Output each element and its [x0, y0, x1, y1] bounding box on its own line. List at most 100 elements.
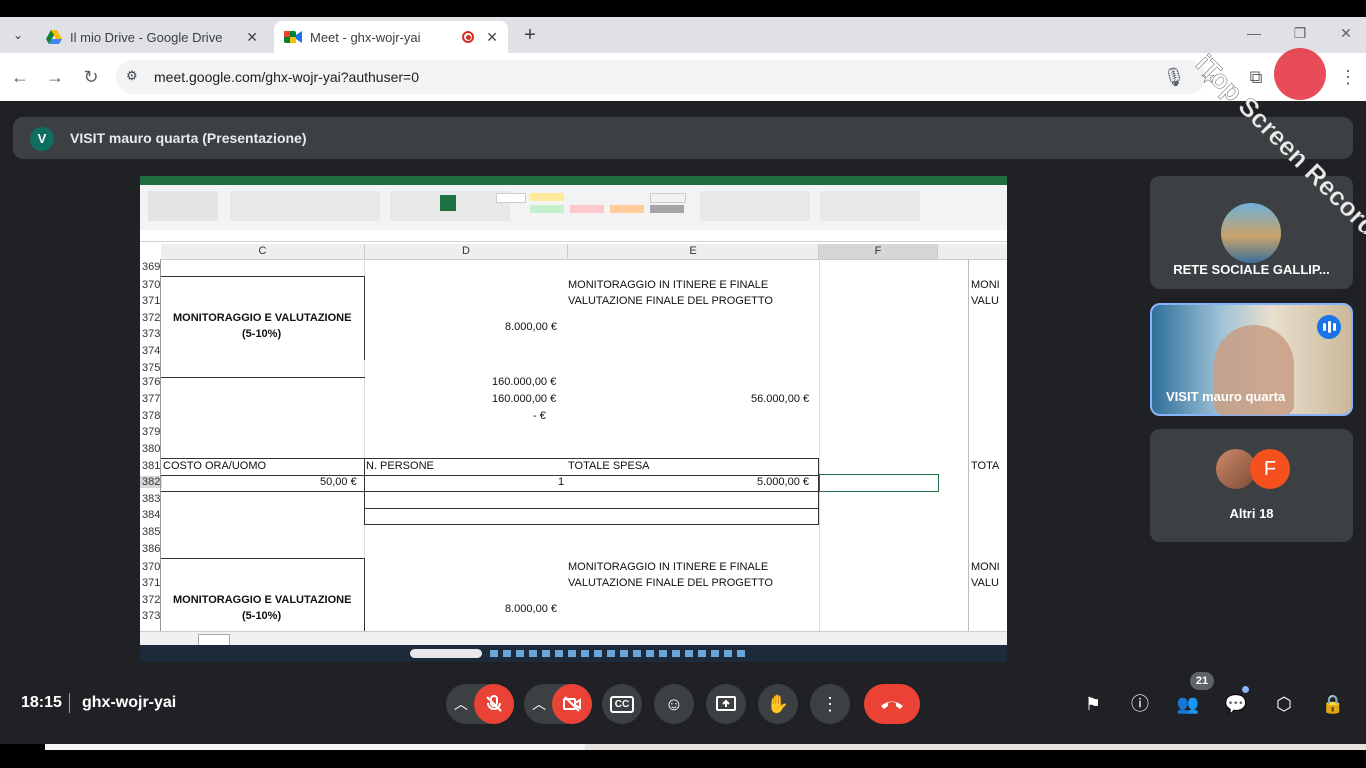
column-header-d[interactable]: D: [365, 244, 568, 260]
address-bar[interactable]: ⚙ meet.google.com/ghx-wojr-yai?authuser=…: [116, 60, 1206, 94]
cell-c372-b[interactable]: MONITORAGGIO E VALUTAZIONE: [173, 594, 351, 606]
cell-d376[interactable]: 160.000,00 €: [492, 376, 556, 388]
recording-icon: [462, 31, 474, 43]
close-tab-icon[interactable]: ✕: [246, 29, 258, 46]
cell-d372[interactable]: 8.000,00 €: [505, 321, 557, 333]
row-number[interactable]: 375: [140, 362, 162, 374]
selected-cell[interactable]: [819, 474, 939, 492]
cell-g370-b[interactable]: MONI: [971, 561, 1000, 573]
cell-c373-b[interactable]: (5-10%): [242, 610, 281, 622]
row-number[interactable]: 372: [140, 594, 162, 606]
activities-icon[interactable]: ⬡: [1271, 691, 1297, 717]
mic-off-button[interactable]: [474, 684, 514, 724]
row-number[interactable]: 371: [140, 295, 162, 307]
row-number[interactable]: 371: [140, 577, 162, 589]
back-icon[interactable]: ←: [8, 65, 32, 89]
cell-g370[interactable]: MONI: [971, 279, 1000, 291]
cell-e371-b[interactable]: VALUTAZIONE FINALE DEL PROGETTO: [568, 577, 773, 589]
reload-icon[interactable]: ↻: [79, 65, 103, 89]
new-tab-icon[interactable]: +: [518, 23, 542, 47]
row-number[interactable]: 374: [140, 345, 162, 357]
row-number[interactable]: 372: [140, 312, 162, 324]
cell-c382[interactable]: 50,00 €: [320, 476, 357, 488]
row-number[interactable]: 369: [140, 261, 162, 273]
url-text: meet.google.com/ghx-wojr-yai?authuser=0: [154, 69, 419, 85]
participant-tile-visit-mauro-quarta[interactable]: VISIT mauro quarta: [1150, 303, 1353, 416]
forward-icon[interactable]: →: [43, 65, 67, 89]
cell-c372[interactable]: MONITORAGGIO E VALUTAZIONE: [173, 312, 351, 324]
row-number[interactable]: 385: [140, 526, 162, 538]
excel-sheet-tabs: [140, 631, 1007, 646]
close-tab-icon[interactable]: ✕: [486, 29, 498, 46]
cell-e371[interactable]: VALUTAZIONE FINALE DEL PROGETTO: [568, 295, 773, 307]
cell-d382[interactable]: 1: [558, 476, 564, 488]
cell-c381[interactable]: COSTO ORA/UOMO: [163, 460, 266, 472]
row-number[interactable]: 384: [140, 509, 162, 521]
captions-button[interactable]: CC: [602, 684, 642, 724]
reactions-button[interactable]: ☺: [654, 684, 694, 724]
tab-google-drive[interactable]: Il mio Drive - Google Drive ✕: [36, 21, 268, 53]
present-button[interactable]: [706, 684, 746, 724]
row-number[interactable]: 381: [140, 460, 162, 472]
more-options-button[interactable]: ⋮: [810, 684, 850, 724]
cell-d372-b[interactable]: 8.000,00 €: [505, 603, 557, 615]
host-controls-icon[interactable]: ⚑: [1080, 691, 1106, 717]
row-number[interactable]: 370: [140, 279, 162, 291]
cell-d381[interactable]: N. PERSONE: [366, 460, 434, 472]
row-number[interactable]: 373: [140, 328, 162, 340]
cell-g371[interactable]: VALU: [971, 295, 999, 307]
cell-e377[interactable]: 56.000,00 €: [751, 393, 809, 405]
cell-d378[interactable]: - €: [533, 410, 546, 422]
lock-icon[interactable]: 🔒: [1320, 691, 1346, 717]
cell-e370-b[interactable]: MONITORAGGIO IN ITINERE E FINALE: [568, 561, 768, 573]
camera-off-icon: [563, 696, 581, 712]
row-number[interactable]: 376: [140, 376, 162, 388]
raise-hand-button[interactable]: ✋: [758, 684, 798, 724]
cell-border: [161, 491, 819, 492]
camera-off-button[interactable]: [552, 684, 592, 724]
site-settings-icon[interactable]: ⚙: [126, 68, 138, 84]
presenter-avatar: V: [30, 127, 54, 151]
row-number[interactable]: 370: [140, 561, 162, 573]
leave-call-button[interactable]: [864, 684, 920, 724]
google-drive-icon: [46, 30, 62, 44]
cell-c373[interactable]: (5-10%): [242, 328, 281, 340]
video-options-button[interactable]: ︿: [524, 684, 592, 724]
cell-e381[interactable]: TOTALE SPESA: [568, 460, 650, 472]
top-black-strip: [0, 0, 1366, 17]
cell-border: [161, 377, 365, 378]
people-icon[interactable]: 👥: [1175, 691, 1201, 717]
row-number[interactable]: 383: [140, 493, 162, 505]
row-number[interactable]: 378: [140, 410, 162, 422]
windows-taskbar: [140, 645, 1007, 662]
cell-g371-b[interactable]: VALU: [971, 577, 999, 589]
column-header-c[interactable]: C: [161, 244, 365, 260]
column-header-g[interactable]: [938, 244, 1007, 260]
meeting-info-icon[interactable]: ⓘ: [1127, 691, 1153, 717]
row-number[interactable]: 379: [140, 426, 162, 438]
row-number[interactable]: 380: [140, 443, 162, 455]
row-number[interactable]: 377: [140, 393, 162, 405]
chevron-up-icon: ︿: [454, 696, 468, 712]
meeting-code: ghx-wojr-yai: [82, 694, 177, 711]
tab-list-dropdown-icon[interactable]: ⌄: [8, 25, 28, 45]
grid-line: [819, 259, 820, 631]
audio-options-button[interactable]: ︿: [446, 684, 514, 724]
cell-e382[interactable]: 5.000,00 €: [757, 476, 809, 488]
shared-screen: C D E F 369 370 371 372 373 374 375 376 …: [140, 176, 1007, 662]
cell-d377[interactable]: 160.000,00 €: [492, 393, 556, 405]
cell-e370[interactable]: MONITORAGGIO IN ITINERE E FINALE: [568, 279, 768, 291]
row-number[interactable]: 386: [140, 543, 162, 555]
row-number[interactable]: 373: [140, 610, 162, 622]
column-header-e[interactable]: E: [568, 244, 819, 260]
participant-name: VISIT mauro quarta: [1166, 389, 1286, 404]
tab-google-meet[interactable]: Meet - ghx-wojr-yai ✕: [274, 21, 508, 53]
separator: [69, 693, 70, 713]
cell-g381[interactable]: TOTA: [971, 460, 999, 472]
participant-tile-others[interactable]: F Altri 18: [1150, 429, 1353, 542]
row-number[interactable]: 382: [140, 476, 162, 488]
hang-up-icon: [881, 701, 903, 709]
chat-icon[interactable]: 💬: [1223, 691, 1249, 717]
column-header-f[interactable]: F: [819, 244, 938, 260]
chevron-up-icon: ︿: [532, 696, 546, 712]
